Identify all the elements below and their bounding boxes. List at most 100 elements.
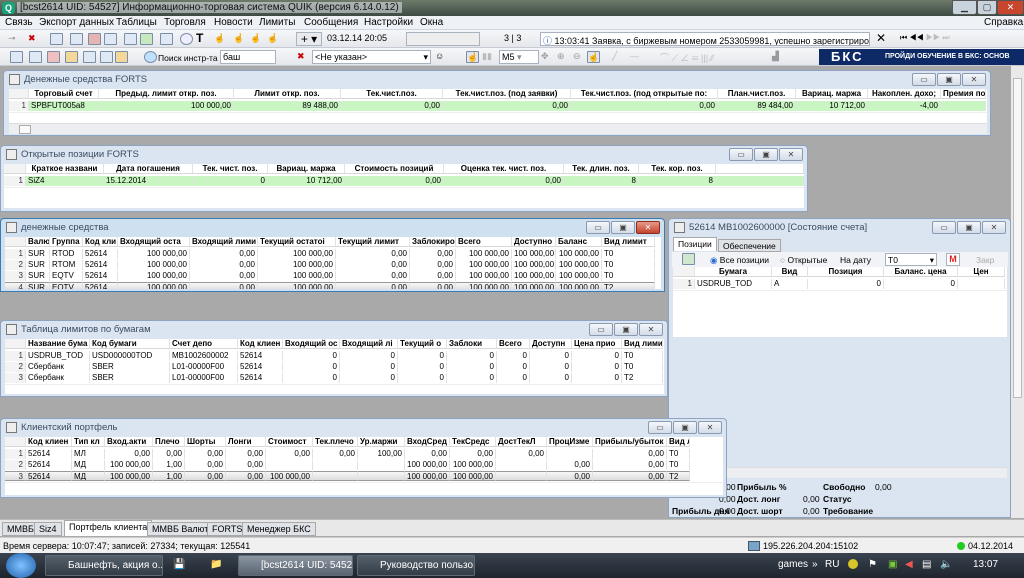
table-cell[interactable] xyxy=(496,471,547,481)
table-cell[interactable]: 0,00 xyxy=(185,471,226,481)
menu-limits[interactable]: Лимиты xyxy=(259,17,295,28)
table-cell[interactable]: 0 xyxy=(497,351,530,361)
table-cell[interactable]: 100 000,00 xyxy=(258,282,336,289)
column-header[interactable]: Тек. кор. поз. xyxy=(639,164,716,174)
table-cell[interactable]: 52614 xyxy=(26,449,72,459)
column-header[interactable]: Входящий ос xyxy=(283,339,340,349)
menu-settings[interactable]: Настройки xyxy=(364,17,413,28)
line-icon[interactable]: ╱ xyxy=(612,51,625,63)
table-cell[interactable]: МД xyxy=(72,460,105,470)
copy-icon[interactable] xyxy=(160,33,173,45)
window-minimize-button[interactable]: ▭ xyxy=(912,73,936,86)
column-header[interactable]: Баланс xyxy=(556,237,602,247)
column-header[interactable]: ТекСредс xyxy=(450,437,496,447)
table-cell[interactable]: MB1002600002 xyxy=(170,351,238,361)
tab-siz4[interactable]: Siz4 xyxy=(34,522,62,536)
table-cell[interactable]: 0,00 xyxy=(547,460,593,470)
table-cell[interactable]: 52614 xyxy=(238,351,283,361)
table-cell[interactable]: 0 xyxy=(193,176,268,186)
table-cell[interactable]: 0,00 xyxy=(190,260,258,270)
volume-icon[interactable]: 🔈 xyxy=(940,559,952,570)
table-cell[interactable]: 0,00 xyxy=(185,449,226,459)
table-cell[interactable] xyxy=(358,460,405,470)
table-cell[interactable]: 0 xyxy=(884,279,958,289)
table-cell[interactable]: 0,00 xyxy=(547,471,593,481)
money-icon[interactable] xyxy=(65,51,78,63)
close-message-icon[interactable]: ✕ xyxy=(876,32,889,45)
table-cell[interactable]: 10 712,00 xyxy=(268,176,345,186)
table-cell[interactable]: 8 xyxy=(639,176,716,186)
column-header[interactable]: Входящий лими xyxy=(190,237,258,247)
column-header[interactable]: Заблоки xyxy=(447,339,497,349)
table-cell[interactable]: 0,00 xyxy=(593,449,667,459)
table-cell[interactable]: 100 000,00 xyxy=(105,460,153,470)
language-indicator[interactable]: RU xyxy=(825,559,839,570)
window-close-button[interactable]: ✕ xyxy=(779,148,803,161)
table-cell[interactable]: 100 000,00 xyxy=(512,249,556,259)
table-cell[interactable]: 100 000,00 xyxy=(118,260,190,270)
interval-select[interactable]: M5 ▾ xyxy=(499,50,539,64)
taskbar-quik[interactable]: [bcst2614 UID: 54527... xyxy=(238,555,353,576)
column-header[interactable]: Валю xyxy=(26,237,50,247)
table-cell[interactable]: Сбербанк xyxy=(26,373,90,383)
date-select[interactable]: T0 ▾ xyxy=(885,253,937,266)
table-cell[interactable]: 0 xyxy=(398,362,447,372)
table-cell[interactable]: EQTV xyxy=(50,282,83,289)
table-cell[interactable]: USDRUB_TOD xyxy=(695,279,772,289)
table-cell[interactable]: 0,00 xyxy=(444,176,564,186)
network-tray-icon[interactable]: ▤ xyxy=(922,559,931,570)
table-cell[interactable]: 0 xyxy=(530,351,572,361)
zoom-out-icon[interactable]: ⊖ xyxy=(573,51,586,63)
window-maximize-button[interactable]: ▣ xyxy=(937,73,961,86)
column-header[interactable]: Вид лимит xyxy=(602,237,655,247)
table-cell[interactable]: 100 000,00 xyxy=(118,282,190,289)
table-cell[interactable]: 0,00 xyxy=(185,460,226,470)
indicator-icon[interactable]: ▟ xyxy=(772,51,785,63)
column-header[interactable]: Бумага xyxy=(695,267,772,277)
menu-news[interactable]: Новости xyxy=(214,17,253,28)
user-icon[interactable]: ☺ xyxy=(435,51,448,63)
column-header[interactable]: Код клиен xyxy=(238,339,283,349)
table-cell[interactable]: 100 000,00 xyxy=(258,249,336,259)
column-header[interactable]: Вид xyxy=(772,267,808,277)
table-cell[interactable]: МЛ xyxy=(72,449,105,459)
table-cell[interactable]: T0 xyxy=(622,362,663,372)
window-maximize-button[interactable]: ▣ xyxy=(957,221,981,234)
table-cell[interactable]: 100 000,00 xyxy=(99,101,234,111)
table-cell[interactable]: 0,00 xyxy=(593,460,667,470)
column-header[interactable]: Краткое названи xyxy=(26,164,104,174)
tab-client-portfolio[interactable]: Портфель клиента xyxy=(64,520,153,536)
bcs-banner[interactable]: БКС ПРОЙДИ ОБУЧЕНИЕ В БКС: ОСНОВ xyxy=(819,49,1024,65)
window-close-button[interactable]: ✕ xyxy=(982,221,1006,234)
table-cell[interactable]: 0,00 xyxy=(443,101,571,111)
table-cell[interactable]: 100 000,00 xyxy=(556,271,602,281)
window-maximize-button[interactable]: ▣ xyxy=(614,323,638,336)
taskbar-manual[interactable]: Руководство пользо... xyxy=(357,555,475,576)
column-header[interactable]: Шорты xyxy=(185,437,226,447)
column-header[interactable]: Вход.акти xyxy=(105,437,153,447)
window-minimize-button[interactable]: ▭ xyxy=(932,221,956,234)
table-cell[interactable]: 0 xyxy=(283,362,340,372)
column-header[interactable] xyxy=(5,437,26,447)
table-cell[interactable]: 100 000,00 xyxy=(405,460,450,470)
column-header[interactable]: Доступн xyxy=(530,339,572,349)
table-cell[interactable]: 0,00 xyxy=(105,449,153,459)
hand-3-icon[interactable]: ☝ xyxy=(250,33,263,45)
column-header[interactable]: Вид л xyxy=(667,437,690,447)
radio-all-positions[interactable]: ◉ Все позиции xyxy=(710,255,769,266)
column-header[interactable]: Прибыль/убыток xyxy=(593,437,667,447)
column-header[interactable]: Оценка тек. чист. поз. xyxy=(444,164,564,174)
table-cell[interactable]: T0 xyxy=(602,260,655,270)
column-header[interactable]: Название бума xyxy=(26,339,90,349)
table-cell[interactable]: 52614 xyxy=(238,362,283,372)
table-cell[interactable] xyxy=(716,176,804,186)
table-cell[interactable]: 0,00 xyxy=(153,449,185,459)
orders-icon[interactable] xyxy=(88,33,101,45)
table-cell[interactable]: 0,00 xyxy=(410,271,456,281)
column-header[interactable]: Код клиен xyxy=(26,437,72,447)
message-nav-buttons[interactable]: ⏮ ◀◀ ▶▶ ⏭ xyxy=(900,33,960,45)
nvidia-icon[interactable]: ▣ xyxy=(888,559,897,570)
search-table-icon[interactable] xyxy=(124,33,137,45)
table-cell[interactable] xyxy=(358,471,405,481)
table-cell[interactable]: 0,00 xyxy=(405,449,450,459)
